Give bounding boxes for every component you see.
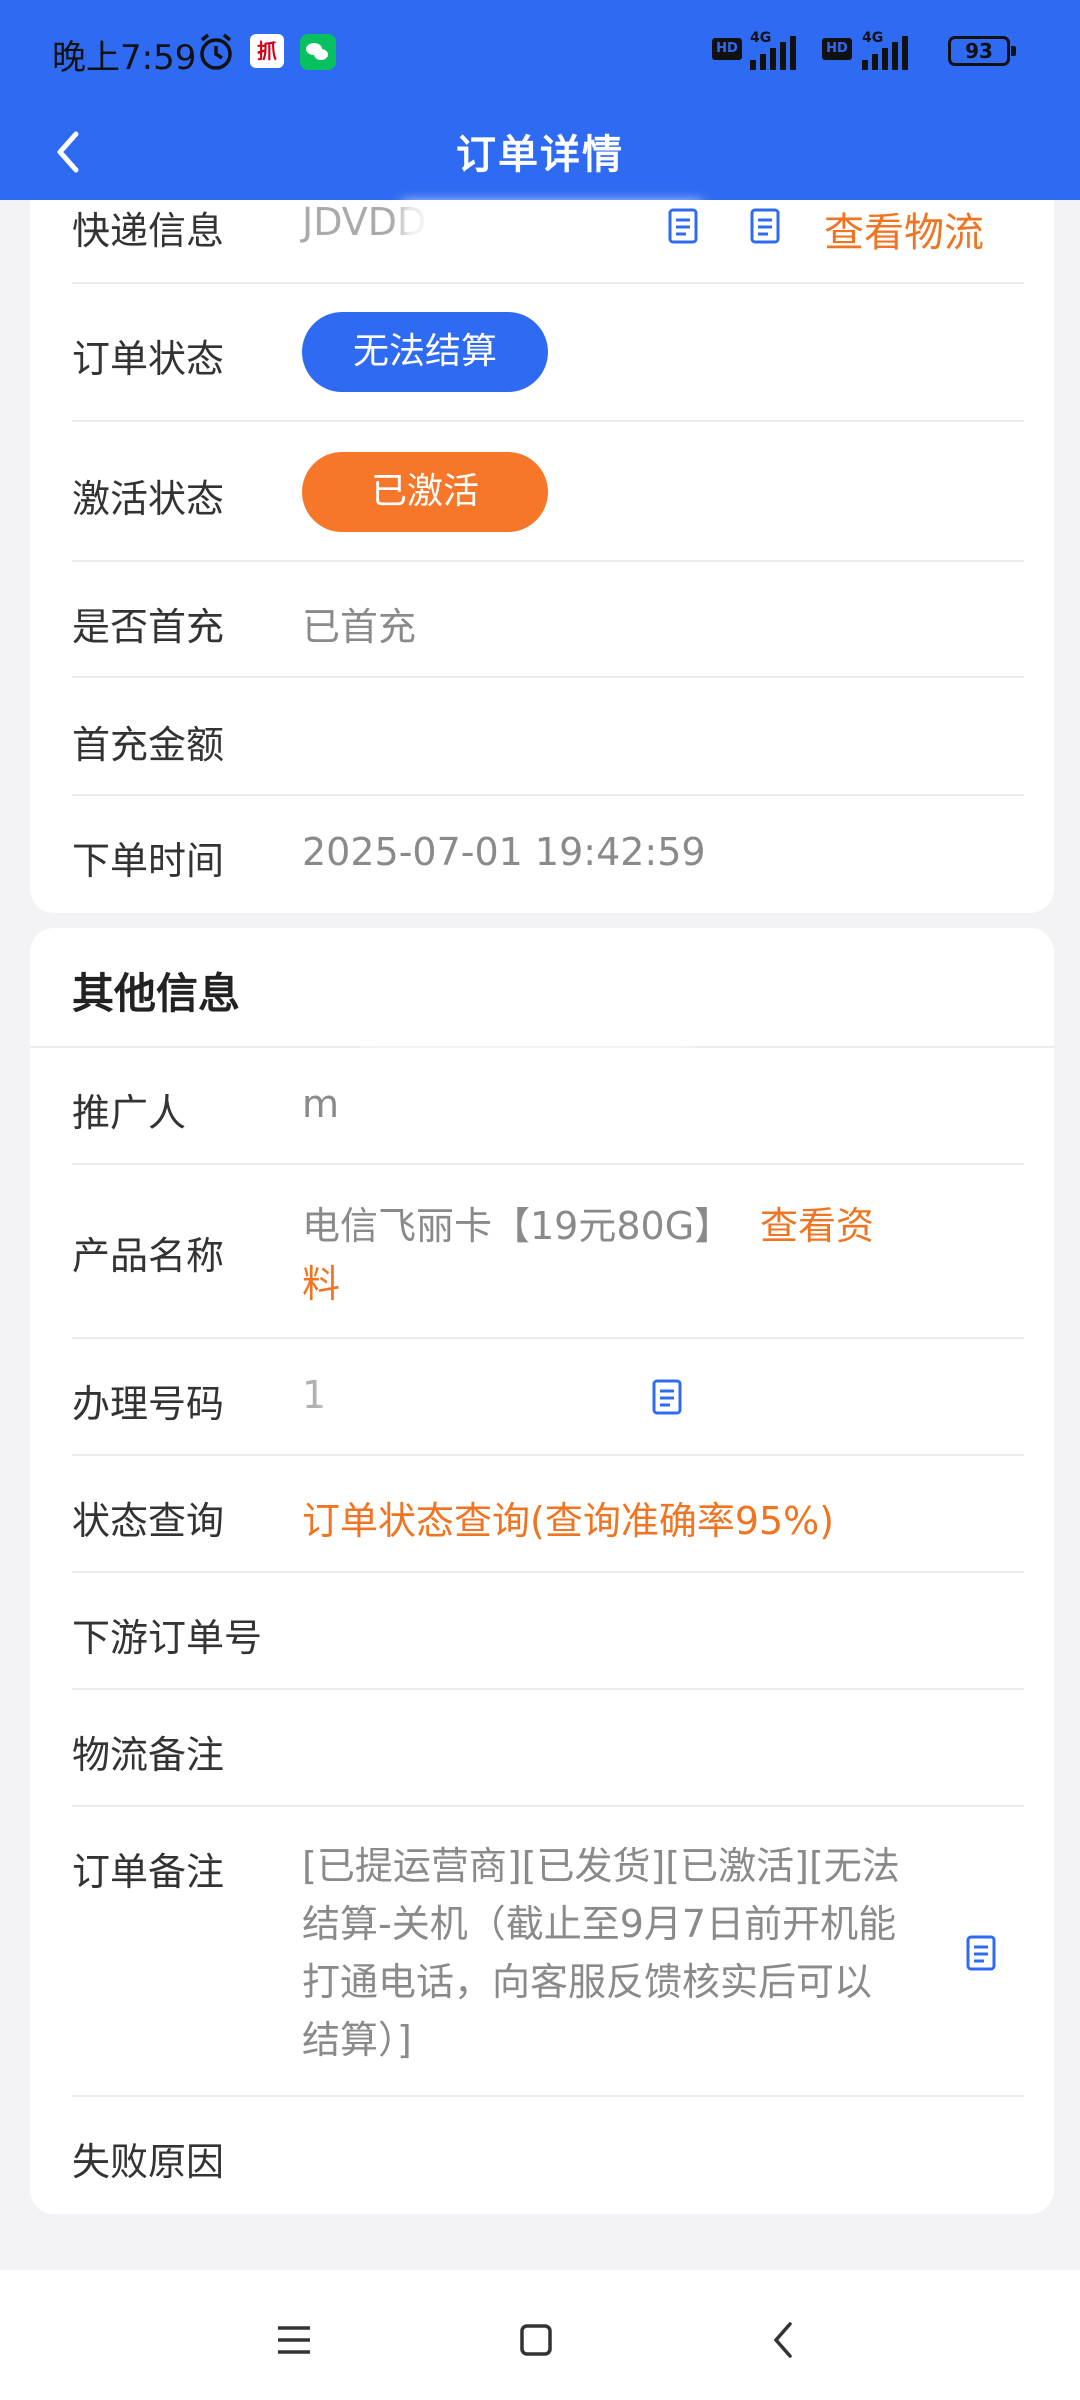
promoter-row: 推广人 m bbox=[72, 1048, 1024, 1165]
first-charge-row: 是否首充 已首充 bbox=[72, 562, 1024, 678]
status-time: 晚上7:59 bbox=[52, 38, 197, 78]
hd-icon: HD bbox=[712, 38, 742, 60]
logistics-note-row: 物流备注 bbox=[72, 1690, 1024, 1807]
phone-number-label: 办理号码 bbox=[72, 1382, 225, 1426]
status-query-label: 状态查询 bbox=[72, 1499, 225, 1543]
other-info-card: 其他信息 推广人 m 产品名称 电信飞丽卡【19元80G】 查看资 料 办理号码… bbox=[30, 928, 1054, 2214]
express-row: 快递信息 JDVDD 查看物流 bbox=[72, 200, 1024, 284]
first-amount-label: 首充金额 bbox=[72, 723, 225, 767]
promoter-value: m bbox=[302, 1082, 340, 1126]
order-info-card: 快递信息 JDVDD 查看物流 订单状态 无法结算 激活状态 已激活 是否首充 … bbox=[30, 200, 1054, 913]
copy-icon-2[interactable] bbox=[748, 206, 784, 246]
order-time-row: 下单时间 2025-07-01 19:42:59 bbox=[72, 796, 1024, 913]
status-bar: 晚上7:59 抓 HD 4G HD 4G 93 bbox=[0, 0, 1080, 104]
order-note-label: 订单备注 bbox=[72, 1850, 225, 1894]
fail-reason-row: 失败原因 bbox=[72, 2097, 1024, 2214]
wechat-icon bbox=[300, 34, 336, 70]
copy-icon[interactable] bbox=[964, 1933, 1000, 1973]
view-product-info-link-2[interactable]: 料 bbox=[302, 1253, 340, 1308]
first-amount-row: 首充金额 bbox=[72, 678, 1024, 796]
network-type-2: 4G bbox=[862, 30, 884, 46]
activation-label: 激活状态 bbox=[72, 477, 225, 521]
downstream-order-row: 下游订单号 bbox=[72, 1573, 1024, 1690]
status-query-row: 状态查询 订单状态查询(查询准确率95%) bbox=[72, 1456, 1024, 1573]
order-status-row: 订单状态 无法结算 bbox=[72, 284, 1024, 422]
copy-icon[interactable] bbox=[666, 206, 702, 246]
nav-bar: 订单详情 bbox=[0, 104, 1080, 200]
first-charge-value: 已首充 bbox=[302, 605, 417, 649]
view-product-info-link[interactable]: 查看资 bbox=[760, 1195, 874, 1250]
menu-icon[interactable] bbox=[264, 2310, 324, 2370]
phone-number-row: 办理号码 1 bbox=[72, 1339, 1024, 1456]
hd-icon-2: HD bbox=[822, 38, 852, 60]
order-note-value: [已提运营商][已发货][已激活][无法结算-关机（截止至9月7日前开机能打通电… bbox=[302, 1844, 900, 2062]
activation-badge: 已激活 bbox=[302, 452, 548, 532]
header: 晚上7:59 抓 HD 4G HD 4G 93 订单详情 bbox=[0, 0, 1080, 200]
battery-icon: 93 bbox=[948, 36, 1016, 66]
view-logistics-link[interactable]: 查看物流 bbox=[824, 200, 984, 258]
downstream-order-label: 下游订单号 bbox=[72, 1616, 263, 1660]
phone-number-value: 1 bbox=[302, 1373, 327, 1417]
fail-reason-label: 失败原因 bbox=[72, 2140, 225, 2184]
order-time-value: 2025-07-01 19:42:59 bbox=[302, 830, 706, 874]
promoter-label: 推广人 bbox=[72, 1091, 187, 1135]
redacted-area bbox=[362, 1048, 692, 1148]
status-query-link[interactable]: 订单状态查询(查询准确率95%) bbox=[302, 1490, 834, 1545]
section-title: 其他信息 bbox=[72, 969, 241, 1018]
order-time-label: 下单时间 bbox=[72, 839, 225, 883]
network-type: 4G bbox=[750, 30, 772, 46]
activation-row: 激活状态 已激活 bbox=[72, 422, 1024, 562]
redacted-area bbox=[326, 1353, 666, 1433]
system-nav-bar bbox=[0, 2270, 1080, 2400]
first-charge-label: 是否首充 bbox=[72, 605, 225, 649]
order-status-label: 订单状态 bbox=[72, 337, 225, 381]
order-status-badge: 无法结算 bbox=[302, 312, 548, 392]
home-icon[interactable] bbox=[506, 2310, 566, 2370]
page-title: 订单详情 bbox=[456, 132, 624, 178]
copy-icon[interactable] bbox=[650, 1377, 686, 1417]
product-row: 产品名称 电信飞丽卡【19元80G】 查看资 料 bbox=[72, 1165, 1024, 1339]
express-label: 快递信息 bbox=[72, 209, 225, 253]
redacted-area bbox=[402, 202, 702, 258]
app-notification-icon: 抓 bbox=[250, 34, 284, 68]
product-label: 产品名称 bbox=[72, 1234, 225, 1278]
system-back-icon[interactable] bbox=[754, 2310, 814, 2370]
order-note-row: 订单备注 [已提运营商][已发货][已激活][无法结算-关机（截止至9月7日前开… bbox=[72, 1807, 1024, 2097]
alarm-icon bbox=[196, 32, 236, 72]
product-value: 电信飞丽卡【19元80G】 bbox=[302, 1204, 733, 1248]
logistics-note-label: 物流备注 bbox=[72, 1733, 225, 1777]
